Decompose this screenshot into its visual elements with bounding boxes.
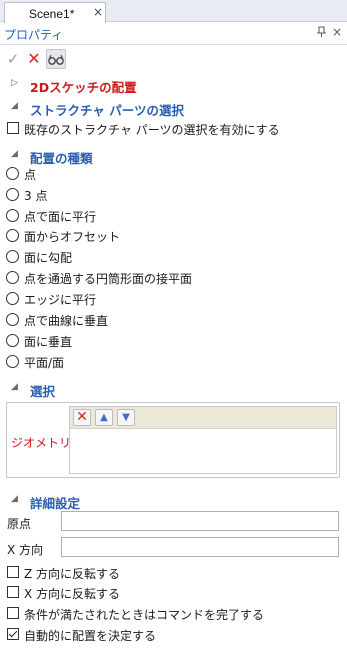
radio-plane-face[interactable]: 平面/面 xyxy=(0,352,347,370)
radio-button[interactable] xyxy=(6,229,19,242)
checkbox-enable-existing-structure[interactable]: 既存のストラクチャ パーツの選択を有効にする xyxy=(0,119,347,137)
collapse-arrow-icon: ◢ xyxy=(11,494,18,504)
move-up-button[interactable]: ▲ xyxy=(95,409,113,426)
radio-perpendicular-to-curve[interactable]: 点で曲線に垂直 xyxy=(0,310,347,328)
origin-label: 原点 xyxy=(7,517,32,531)
radio-perpendicular-to-face[interactable]: 面に垂直 xyxy=(0,331,347,349)
checkbox-label: Z 方向に反転する xyxy=(24,567,121,581)
radio-parallel-to-face-at-point[interactable]: 点で面に平行 xyxy=(0,206,347,224)
radio-label: 点で面に平行 xyxy=(24,210,97,224)
checkbox[interactable] xyxy=(7,607,19,619)
radio-button[interactable] xyxy=(6,313,19,326)
radio-button[interactable] xyxy=(6,334,19,347)
collapse-arrow-icon: ◢ xyxy=(11,149,18,159)
checkbox[interactable] xyxy=(7,566,19,578)
remove-selection-button[interactable]: ✕ xyxy=(73,409,91,426)
geometry-label: ジオメトリ xyxy=(11,436,72,450)
expand-arrow-icon: ▷ xyxy=(11,78,18,88)
radio-label: 面からオフセット xyxy=(24,230,121,244)
radio-button[interactable] xyxy=(6,209,19,222)
panel-title: プロパティ xyxy=(4,28,64,42)
checkbox-label: 既存のストラクチャ パーツの選択を有効にする xyxy=(24,123,280,137)
document-tab-bar: Scene1* × xyxy=(0,0,347,23)
section-title: 選択 xyxy=(30,384,56,399)
radio-angle-to-face[interactable]: 面に勾配 xyxy=(0,247,347,265)
section-placement-type[interactable]: ◢ 配置の種類 xyxy=(0,147,347,166)
radio-parallel-to-edge[interactable]: エッジに平行 xyxy=(0,289,347,307)
x-direction-input[interactable] xyxy=(61,537,339,557)
radio-point[interactable]: 点 xyxy=(0,164,347,182)
tab-scene1[interactable]: Scene1* × xyxy=(4,2,106,23)
preview-glasses-icon[interactable] xyxy=(46,49,66,69)
radio-label: 平面/面 xyxy=(24,356,65,370)
checkbox-auto-placement[interactable]: 自動的に配置を決定する xyxy=(0,625,347,643)
section-title: ストラクチャ パーツの選択 xyxy=(30,103,184,118)
section-structure-parts[interactable]: ◢ ストラクチャ パーツの選択 xyxy=(0,99,347,118)
pin-icon[interactable] xyxy=(316,26,327,41)
radio-label: 3 点 xyxy=(24,189,48,203)
radio-label: エッジに平行 xyxy=(24,293,97,307)
checkbox[interactable] xyxy=(7,122,19,134)
panel-toolbar: ✓ ✕ xyxy=(0,47,347,72)
radio-offset-from-face[interactable]: 面からオフセット xyxy=(0,226,347,244)
cancel-button[interactable]: ✕ xyxy=(24,49,44,69)
selection-box: ジオメトリ ✕ ▲ ▼ xyxy=(6,402,340,478)
x-direction-label: X 方向 xyxy=(7,543,44,557)
section-sketch-placement[interactable]: ▷ 2Dスケッチの配置 xyxy=(0,76,347,95)
tab-title: Scene1* xyxy=(29,7,75,21)
radio-button[interactable] xyxy=(6,250,19,263)
collapse-arrow-icon: ◢ xyxy=(11,382,18,392)
geometry-selection-list[interactable]: ✕ ▲ ▼ xyxy=(69,406,337,474)
origin-input[interactable] xyxy=(61,511,339,531)
radio-label: 点 xyxy=(24,168,37,182)
close-icon[interactable]: × xyxy=(93,5,103,19)
panel-close-icon[interactable]: × xyxy=(332,25,342,39)
section-advanced-settings[interactable]: ◢ 詳細設定 xyxy=(0,492,347,511)
ok-button[interactable]: ✓ xyxy=(3,49,23,69)
radio-button[interactable] xyxy=(6,167,19,180)
radio-button[interactable] xyxy=(6,355,19,368)
radio-button[interactable] xyxy=(6,271,19,284)
radio-label: 面に垂直 xyxy=(24,335,73,349)
checkbox[interactable] xyxy=(7,586,19,598)
selection-list-toolbar: ✕ ▲ ▼ xyxy=(70,407,336,429)
checkbox-complete-command[interactable]: 条件が満たされたときはコマンドを完了する xyxy=(0,604,347,622)
radio-label: 点で曲線に垂直 xyxy=(24,314,109,328)
radio-button[interactable] xyxy=(6,188,19,201)
radio-tangent-cylinder[interactable]: 点を通過する円筒形面の接平面 xyxy=(0,268,347,286)
pin-icon-graphic xyxy=(317,26,326,37)
checkbox-flip-x[interactable]: X 方向に反転する xyxy=(0,583,347,601)
move-down-button[interactable]: ▼ xyxy=(117,409,135,426)
checkbox-checked[interactable] xyxy=(7,628,19,640)
section-selection[interactable]: ◢ 選択 xyxy=(0,380,347,399)
checkbox-flip-z[interactable]: Z 方向に反転する xyxy=(0,563,347,581)
properties-panel-header: プロパティ × xyxy=(0,23,347,45)
radio-label: 点を通過する円筒形面の接平面 xyxy=(24,272,193,286)
collapse-arrow-icon: ◢ xyxy=(11,101,18,111)
checkbox-label: 自動的に配置を決定する xyxy=(24,629,157,643)
section-title: 2Dスケッチの配置 xyxy=(30,80,137,95)
checkbox-label: X 方向に反転する xyxy=(24,587,121,601)
radio-three-points[interactable]: 3 点 xyxy=(0,185,347,203)
radio-button[interactable] xyxy=(6,292,19,305)
radio-label: 面に勾配 xyxy=(24,251,73,265)
checkbox-label: 条件が満たされたときはコマンドを完了する xyxy=(24,608,265,622)
section-title: 詳細設定 xyxy=(30,496,81,511)
glasses-icon xyxy=(48,54,64,65)
